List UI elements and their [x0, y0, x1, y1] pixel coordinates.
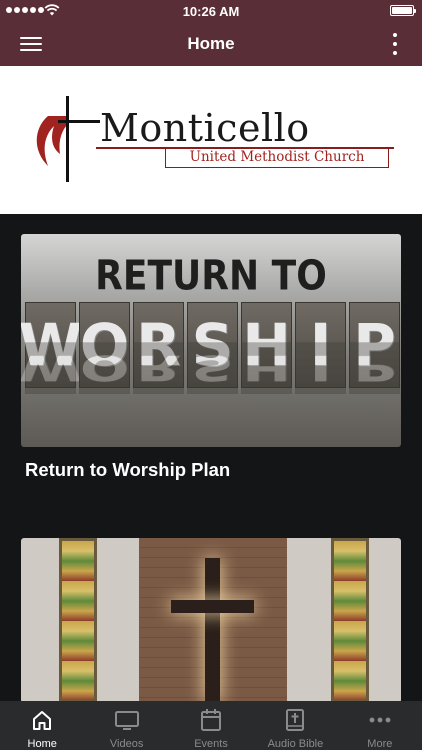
card-image: RETURN TO W O R S H I P W O R S H I	[21, 234, 401, 447]
tab-videos[interactable]: Videos	[84, 701, 168, 750]
home-icon	[31, 708, 53, 732]
page-title: Home	[187, 34, 235, 53]
status-bar: 10:26 AM	[0, 0, 422, 22]
status-time: 10:26 AM	[182, 4, 240, 19]
card-image	[21, 538, 401, 703]
logo-subtitle: United Methodist Church	[165, 148, 389, 168]
calendar-icon	[200, 708, 222, 732]
tab-label: Events	[194, 738, 228, 750]
card-title: Return to Worship Plan	[25, 459, 231, 480]
tab-label: Audio Bible	[267, 738, 324, 750]
app: 10:26 AM Home Monticello United Methodis…	[0, 0, 422, 750]
battery-icon	[390, 5, 416, 16]
tab-more[interactable]: More	[338, 701, 422, 750]
image-heading: RETURN TO	[95, 252, 327, 301]
stained-glass-window	[331, 538, 369, 703]
bible-icon	[285, 708, 305, 732]
tab-label: More	[367, 738, 393, 750]
letter-blocks-reflection: W O R S H I P	[21, 342, 400, 394]
ellipsis-icon	[368, 708, 392, 732]
tab-label: Videos	[109, 738, 144, 750]
stained-glass-window	[59, 538, 97, 703]
tab-audio-bible[interactable]: Audio Bible	[253, 701, 337, 750]
tab-label: Home	[27, 738, 57, 750]
content-card-return-to-worship[interactable]: RETURN TO W O R S H I P W O R S H I	[21, 234, 401, 481]
tab-events[interactable]: Events	[169, 701, 253, 750]
logo-name: Monticello	[100, 106, 310, 150]
nav-bar: Home	[0, 22, 422, 66]
cross-horizontal	[171, 600, 254, 613]
tab-bar: Home Videos Events Audio Bible More	[0, 701, 422, 750]
cross-vertical	[205, 558, 220, 703]
tab-home[interactable]: Home	[0, 701, 84, 750]
more-options-button[interactable]	[388, 31, 402, 57]
tv-icon	[114, 708, 140, 732]
content-card-cross[interactable]	[21, 538, 401, 703]
church-logo-banner: Monticello United Methodist Church	[0, 66, 422, 214]
cross-flame-logo	[36, 96, 100, 182]
